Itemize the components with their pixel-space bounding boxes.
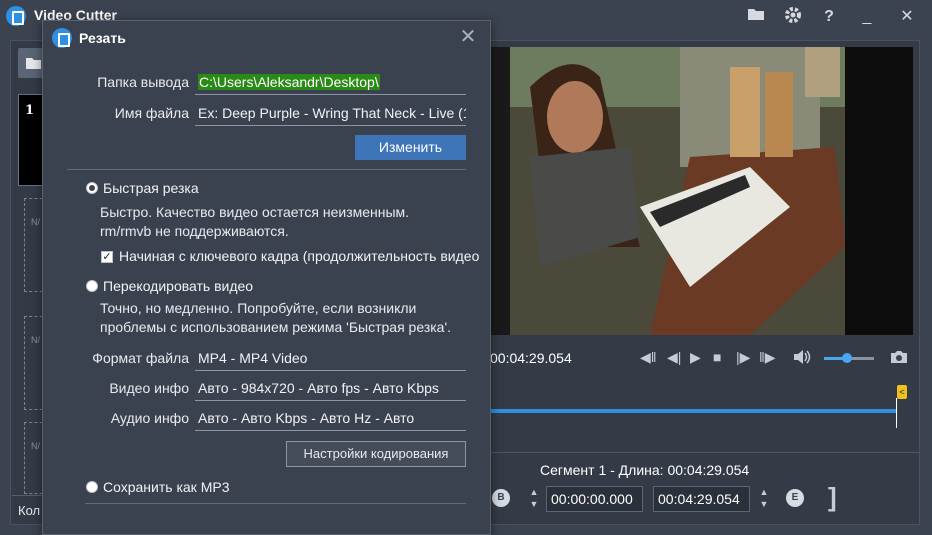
app-logo-icon <box>6 6 26 26</box>
file-format-select[interactable]: MP4 - MP4 Video <box>195 347 466 371</box>
save-mp3-label[interactable]: Сохранить как MP3 <box>103 479 229 495</box>
reencode-radio[interactable] <box>86 280 98 292</box>
end-bracket-icon[interactable]: ] <box>828 482 837 513</box>
change-button[interactable]: Изменить <box>355 135 466 160</box>
volume-knob[interactable] <box>841 353 852 363</box>
playhead-line <box>896 398 897 428</box>
prev-frame-icon[interactable]: ◀︎| <box>667 349 681 366</box>
keyframe-label[interactable]: Начиная с ключевого кадра (продолжительн… <box>119 248 485 264</box>
help-icon[interactable]: ? <box>818 6 840 28</box>
end-time-stepper[interactable]: ▲ ▼ <box>757 486 771 512</box>
folder-icon[interactable] <box>745 6 767 28</box>
dialog-title: Резать <box>79 30 126 46</box>
timeline-bar[interactable] <box>490 409 897 413</box>
start-time-field[interactable]: 00:00:00.000 <box>546 486 643 512</box>
audio-info-field[interactable]: Авто - Авто Kbps - Авто Hz - Авто <box>195 407 466 431</box>
output-folder-value: C:\Users\Aleksandr\Desktop\ <box>198 74 380 90</box>
minimize-icon[interactable]: _ <box>856 6 878 28</box>
file-format-label: Формат файла <box>92 350 189 366</box>
video-info-label: Видео инфо <box>109 380 189 396</box>
file-name-field[interactable]: Ex: Deep Purple - Wring That Neck - Live… <box>195 102 466 126</box>
fast-cut-label[interactable]: Быстрая резка <box>103 180 199 196</box>
dialog-logo-icon <box>52 28 72 48</box>
output-folder-label: Папка вывода <box>97 74 189 90</box>
current-time: 00:04:29.054 <box>490 350 572 366</box>
segment-length-label: Сегмент 1 - Длина: 00:04:29.054 <box>540 462 750 478</box>
file-name-label: Имя файла <box>114 105 189 121</box>
divider <box>67 169 466 170</box>
start-time-stepper[interactable]: ▲ ▼ <box>527 486 541 512</box>
end-time-field[interactable]: 00:04:29.054 <box>653 486 750 512</box>
video-info-field[interactable]: Авто - 984x720 - Авто fps - Авто Kbps <box>195 377 466 401</box>
timeline-end-marker[interactable]: < <box>897 385 907 399</box>
play-icon[interactable]: ▶ <box>690 349 701 366</box>
prev-segment-icon[interactable]: ◀︎‖ <box>640 349 657 366</box>
volume-icon[interactable] <box>793 349 811 368</box>
cut-dialog: Резать ✕ Папка вывода C:\Users\Aleksandr… <box>42 20 491 535</box>
next-segment-icon[interactable]: ‖▶ <box>759 349 776 366</box>
close-icon[interactable]: ✕ <box>896 6 918 28</box>
video-preview[interactable] <box>490 47 913 335</box>
reencode-label[interactable]: Перекодировать видео <box>103 278 253 294</box>
camera-icon[interactable] <box>890 349 908 368</box>
save-mp3-radio[interactable] <box>86 481 98 493</box>
fast-cut-radio[interactable] <box>86 182 98 194</box>
thumbnail-number: 1 <box>25 103 35 118</box>
audio-info-label: Аудио инфо <box>110 410 189 426</box>
fast-cut-description: Быстро. Качество видео остается неизменн… <box>100 204 410 239</box>
gear-icon[interactable] <box>782 6 804 28</box>
keyframe-checkbox[interactable]: ✓ <box>101 251 113 263</box>
set-start-button[interactable]: B <box>492 489 510 507</box>
set-end-button[interactable]: E <box>786 489 804 507</box>
next-frame-icon[interactable]: |▶ <box>736 349 750 366</box>
encoding-settings-button[interactable]: Настройки кодирования <box>286 441 466 467</box>
dialog-close-icon[interactable]: ✕ <box>458 27 478 47</box>
volume-slider[interactable] <box>824 353 874 363</box>
divider <box>85 503 466 504</box>
stop-icon[interactable]: ■ <box>713 349 721 365</box>
output-folder-field[interactable]: C:\Users\Aleksandr\Desktop\ <box>195 71 466 95</box>
reencode-description: Точно, но медленно. Попробуйте, если воз… <box>100 300 452 335</box>
